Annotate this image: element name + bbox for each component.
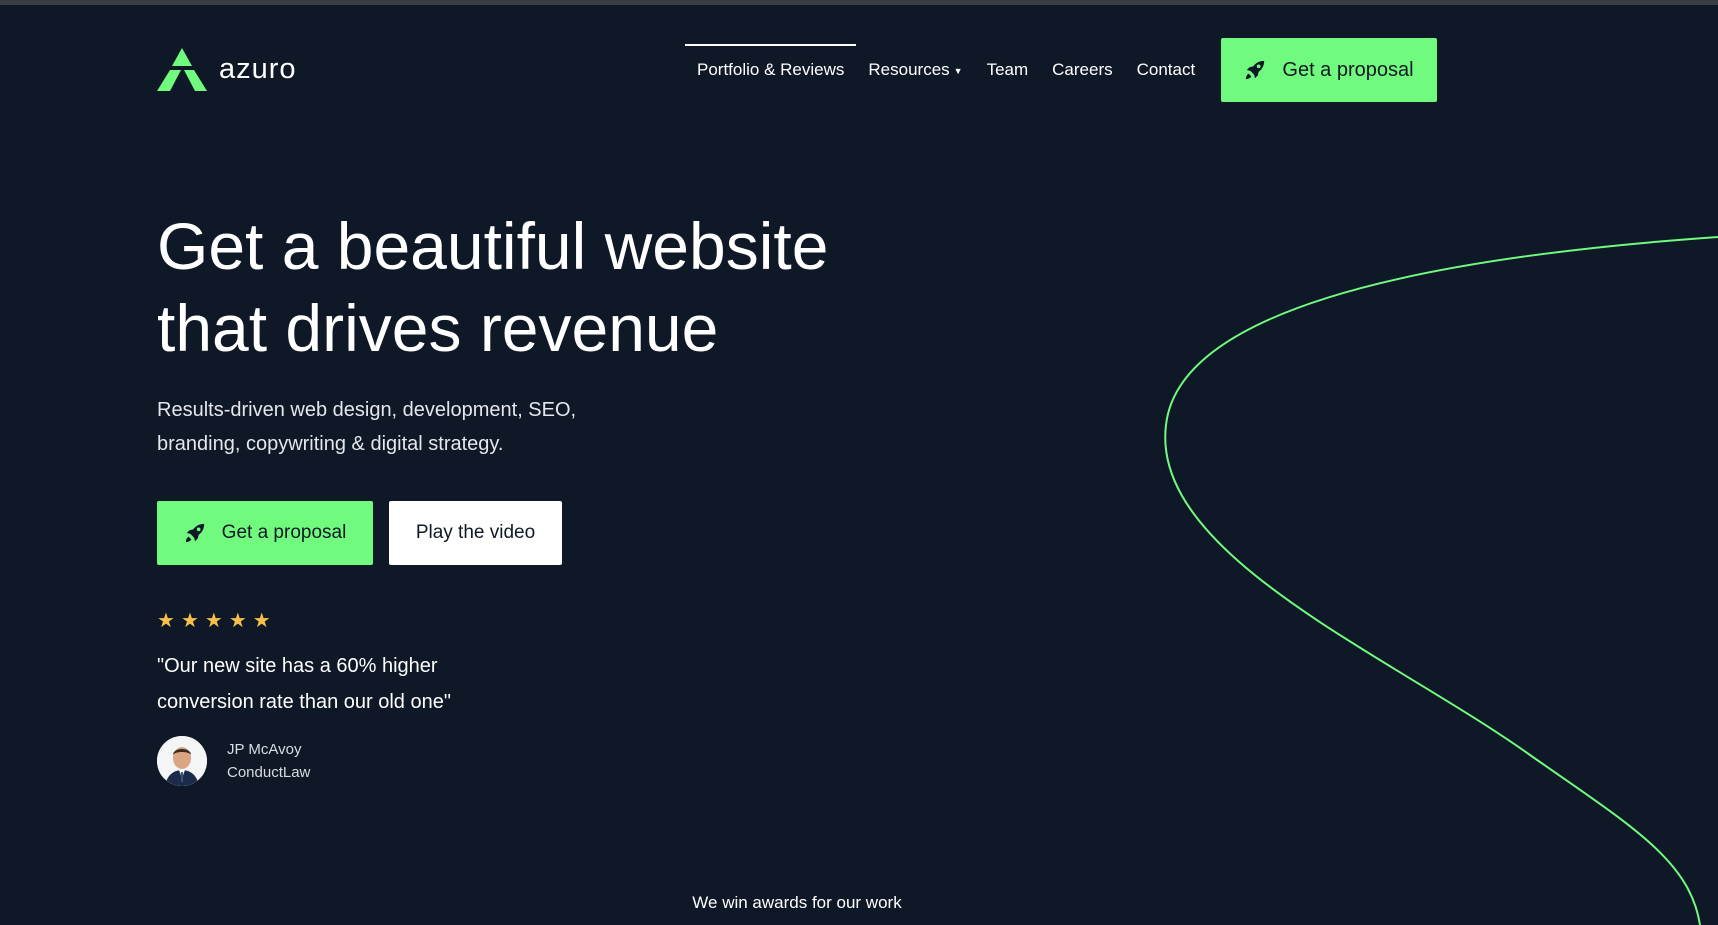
hero-title: Get a beautiful website that drives reve… <box>157 205 917 369</box>
quote-line2: conversion rate than our old one" <box>157 691 451 713</box>
hero-title-line1: Get a beautiful website <box>157 209 829 283</box>
author-company: ConductLaw <box>227 764 311 781</box>
nav-item-label: Portfolio & Reviews <box>697 60 845 79</box>
avatar <box>157 736 207 786</box>
hero-subtitle-line2: branding, copywriting & digital strategy… <box>157 433 504 455</box>
nav-item-portfolio-reviews[interactable]: Portfolio & Reviews <box>685 44 857 96</box>
rocket-icon <box>185 523 204 543</box>
azuro-logo-icon <box>157 48 207 91</box>
hero-get-proposal-button[interactable]: Get a proposal <box>157 501 373 565</box>
hero-title-line2: that drives revenue <box>157 291 719 365</box>
author-name: JP McAvoy <box>227 741 302 758</box>
testimonial-quote: "Our new site has a 60% higher conversio… <box>157 648 487 720</box>
star-icon: ★ <box>157 610 175 632</box>
star-icon: ★ <box>204 610 223 632</box>
caret-down-icon: ▼ <box>953 65 963 76</box>
author-details: JP McAvoy ConductLaw <box>227 741 310 781</box>
nav-cta-label: Get a proposal <box>1282 58 1414 81</box>
nav-item-label: Resources <box>868 60 950 79</box>
browser-top-edge <box>0 0 1718 5</box>
main-nav: Portfolio & Reviews Resources ▼ Team Care… <box>685 44 1207 96</box>
nav-item-resources[interactable]: Resources ▼ <box>856 44 974 96</box>
nav-item-label: Team <box>986 60 1029 79</box>
rocket-icon <box>1246 60 1265 80</box>
testimonial-author: JP McAvoy ConductLaw <box>157 736 310 786</box>
nav-item-careers[interactable]: Careers <box>1040 44 1124 96</box>
awards-heading: We win awards for our work <box>692 893 902 912</box>
person-photo-icon <box>157 736 207 786</box>
star-icon: ★ <box>252 610 271 632</box>
nav-item-label: Contact <box>1136 60 1196 79</box>
hero-subtitle-line1: Results-driven web design, development, … <box>157 399 577 421</box>
hero-primary-cta-label: Get a proposal <box>221 522 347 543</box>
play-video-label: Play the video <box>415 522 536 543</box>
decorative-curve <box>1164 236 1718 925</box>
quote-line1: "Our new site has a 60% higher <box>157 655 438 677</box>
nav-item-contact[interactable]: Contact <box>1125 44 1208 96</box>
brand-name: azuro <box>219 53 297 85</box>
play-video-button[interactable]: Play the video <box>389 501 562 565</box>
star-icon: ★ <box>180 610 199 632</box>
star-rating: ★ ★ ★ ★ ★ <box>157 608 271 633</box>
nav-item-label: Careers <box>1052 60 1113 79</box>
brand-logo[interactable]: azuro <box>157 48 297 91</box>
nav-get-proposal-button[interactable]: Get a proposal <box>1221 38 1437 102</box>
nav-item-team[interactable]: Team <box>975 44 1041 96</box>
star-icon: ★ <box>228 610 247 632</box>
hero-subtitle: Results-driven web design, development, … <box>157 393 617 461</box>
